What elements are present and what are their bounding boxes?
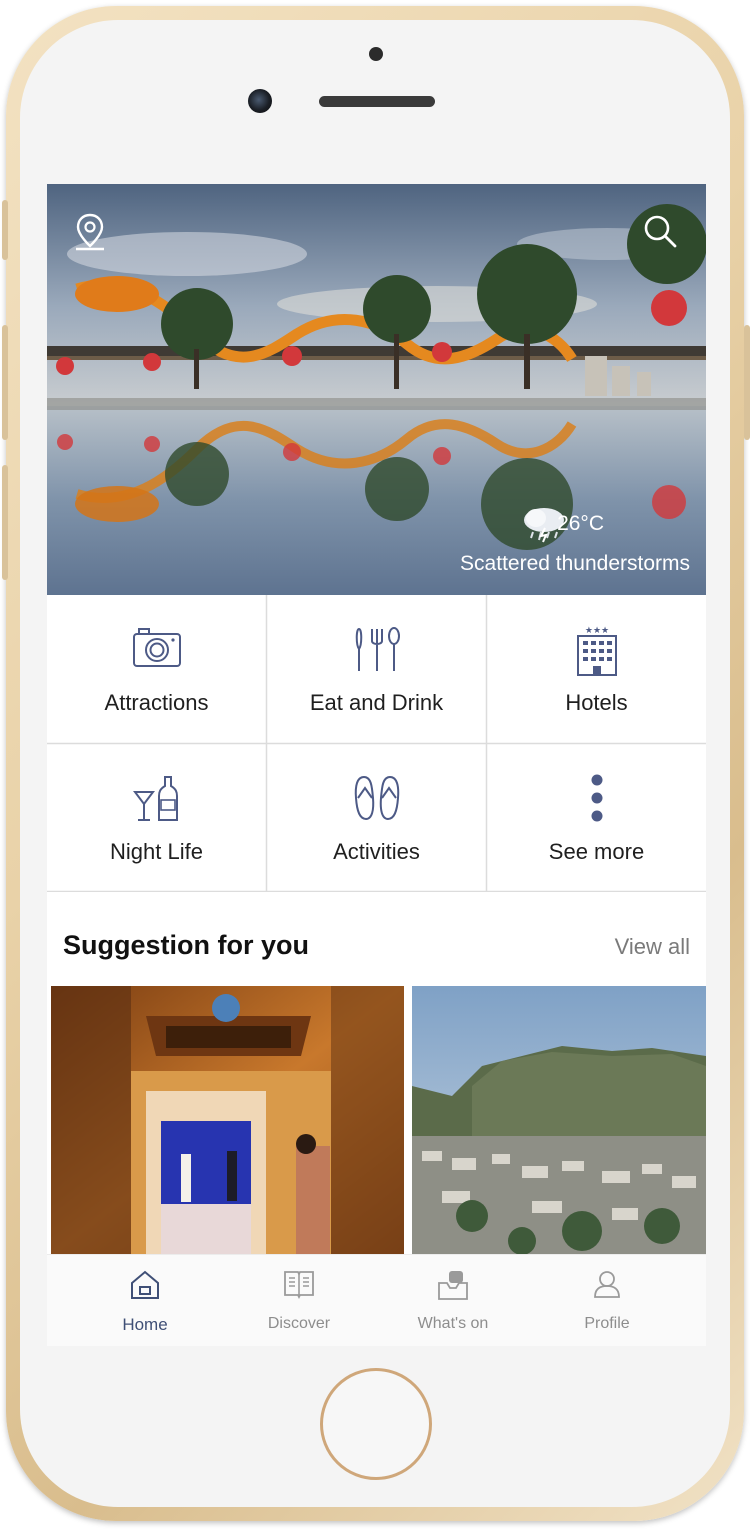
suggestions-section: Suggestion for you View all	[47, 892, 706, 1254]
tab-label: What's on	[417, 1315, 489, 1332]
app-screen: 26°C Scattered thunderstorms Attractions	[47, 184, 706, 1346]
category-label: See more	[548, 839, 645, 864]
marble-mountains-photo	[412, 986, 706, 1254]
proximity-sensor	[369, 47, 383, 61]
tab-whats-on[interactable]: What's on	[378, 1255, 528, 1346]
category-grid: Attractions Eat and Drink ★★★ Hotels Nig…	[47, 595, 706, 892]
suggestion-card[interactable]	[412, 986, 706, 1254]
category-activities[interactable]: Activities	[267, 744, 486, 892]
mute-switch	[2, 200, 8, 260]
home-icon	[131, 1270, 159, 1299]
category-hotels[interactable]: ★★★ Hotels	[487, 595, 706, 743]
category-attractions[interactable]: Attractions	[47, 595, 266, 743]
home-button[interactable]	[320, 1368, 432, 1480]
front-camera	[248, 89, 272, 113]
user-icon	[594, 1271, 620, 1298]
volume-down-button	[2, 465, 8, 580]
category-see-more[interactable]: See more	[487, 744, 706, 892]
tab-label: Discover	[267, 1315, 331, 1332]
bottom-tab-bar: Home Discover What's on Profile	[47, 1254, 706, 1346]
cutlery-icon	[355, 627, 400, 671]
tab-discover[interactable]: Discover	[224, 1255, 374, 1346]
tab-label: Home	[122, 1315, 168, 1334]
search-icon[interactable]	[641, 212, 679, 250]
view-all-link[interactable]: View all	[615, 934, 690, 960]
category-label: Attractions	[104, 690, 209, 715]
dragon-bridge-photo	[47, 184, 706, 595]
location-pin-icon[interactable]	[73, 212, 107, 252]
svg-text:★★★: ★★★	[584, 626, 608, 636]
category-label: Activities	[333, 839, 420, 864]
category-label: Night Life	[110, 839, 203, 864]
section-title: Suggestion for you	[63, 930, 309, 960]
power-button	[744, 325, 750, 440]
tab-profile[interactable]: Profile	[532, 1255, 682, 1346]
book-icon	[284, 1271, 314, 1299]
tab-home[interactable]: Home	[70, 1255, 220, 1346]
earpiece-speaker	[319, 96, 435, 107]
volume-up-button	[2, 325, 8, 440]
category-label: Eat and Drink	[309, 690, 444, 715]
category-eat-and-drink[interactable]: Eat and Drink	[267, 595, 486, 743]
suggestion-card[interactable]	[51, 986, 404, 1254]
flip-flops-icon	[354, 775, 399, 821]
more-vertical-icon	[591, 774, 602, 822]
weather-condition-text: Scattered thunderstorms	[460, 552, 690, 575]
tab-label: Profile	[584, 1315, 630, 1332]
cocktail-bottle-icon	[132, 776, 178, 821]
events-icon	[438, 1271, 468, 1300]
hotel-icon: ★★★	[576, 626, 617, 676]
category-label: Hotels	[565, 690, 628, 715]
category-night-life[interactable]: Night Life	[47, 744, 266, 892]
camera-icon	[132, 628, 181, 667]
hero-banner: 26°C Scattered thunderstorms	[47, 184, 706, 595]
temperature-text: 26°C	[557, 512, 604, 535]
museum-entrance-photo	[51, 986, 404, 1254]
